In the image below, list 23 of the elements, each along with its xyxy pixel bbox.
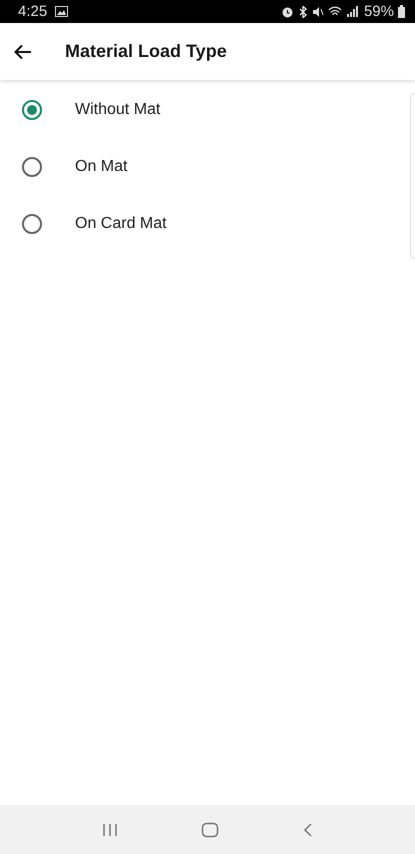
bluetooth-icon [298,6,308,18]
wifi-icon [328,6,342,18]
option-label: On Mat [75,158,128,176]
back-arrow-icon [14,44,32,60]
radio-option[interactable]: On Mat [0,138,410,195]
clock-time: 4:25 [18,3,48,20]
image-icon [55,6,68,17]
back-icon[interactable] [303,822,314,836]
battery-percentage: 59% [364,3,394,20]
screen-title: Material Load Type [65,41,227,62]
battery-icon [398,5,405,18]
mute-icon [312,6,324,18]
radio-option[interactable]: Without Mat [0,81,410,138]
recent-apps-icon[interactable] [102,822,118,836]
option-label: Without Mat [75,100,160,118]
radio-option[interactable]: On Card Mat [0,195,410,252]
radio-button[interactable] [22,214,42,234]
alarm-icon [280,6,294,18]
radio-button[interactable] [22,100,42,120]
radio-button[interactable] [22,156,42,176]
home-icon[interactable] [201,822,220,838]
signal-icon [346,6,358,18]
option-label: On Card Mat [75,214,167,232]
